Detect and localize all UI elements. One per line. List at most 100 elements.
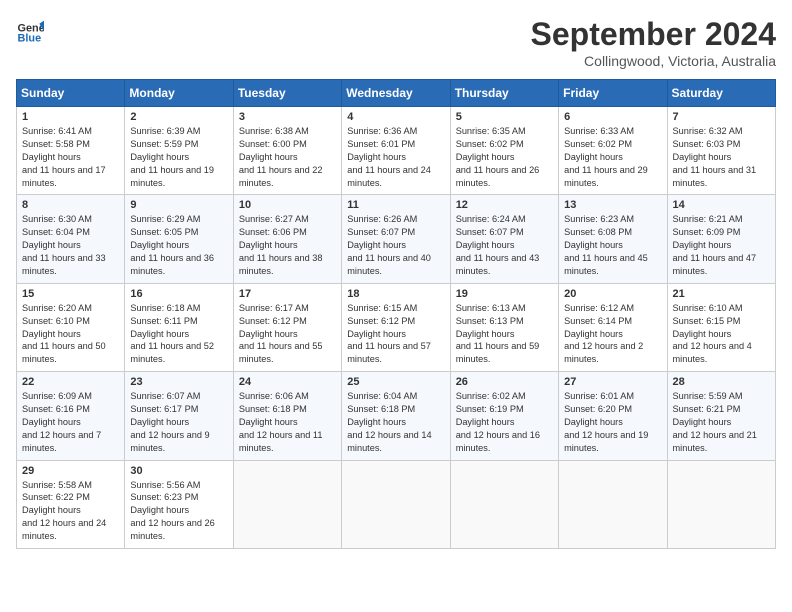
day-number: 21 <box>673 288 770 300</box>
day-number: 14 <box>673 199 770 211</box>
day-number: 3 <box>239 111 336 123</box>
calendar-cell: 3 Sunrise: 6:38 AMSunset: 6:00 PMDaylight… <box>233 107 341 195</box>
day-number: 25 <box>347 376 444 388</box>
sunrise-info: Sunrise: 6:20 AMSunset: 6:10 PMDaylight … <box>22 303 106 365</box>
day-number: 18 <box>347 288 444 300</box>
calendar-cell: 14 Sunrise: 6:21 AMSunset: 6:09 PMDayligh… <box>667 195 775 283</box>
logo-icon: General Blue <box>16 16 44 44</box>
calendar-cell: 7 Sunrise: 6:32 AMSunset: 6:03 PMDaylight… <box>667 107 775 195</box>
calendar-cell: 29Sunrise: 5:58 AMSunset: 6:22 PMDayligh… <box>17 460 125 548</box>
calendar-week-3: 15 Sunrise: 6:20 AMSunset: 6:10 PMDayligh… <box>17 283 776 371</box>
sunrise-info: Sunrise: 5:59 AMSunset: 6:21 PMDaylight … <box>673 391 757 453</box>
day-number: 6 <box>564 111 661 123</box>
sunrise-info: Sunrise: 6:07 AMSunset: 6:17 PMDaylight … <box>130 391 209 453</box>
sunrise-info: Sunrise: 6:33 AMSunset: 6:02 PMDaylight … <box>564 126 648 188</box>
column-header-sunday: Sunday <box>17 80 125 107</box>
sunrise-info: Sunrise: 6:13 AMSunset: 6:13 PMDaylight … <box>456 303 540 365</box>
day-number: 2 <box>130 111 227 123</box>
sunrise-info: Sunrise: 6:32 AMSunset: 6:03 PMDaylight … <box>673 126 757 188</box>
calendar-cell: 24 Sunrise: 6:06 AMSunset: 6:18 PMDayligh… <box>233 372 341 460</box>
day-number: 12 <box>456 199 553 211</box>
location-subtitle: Collingwood, Victoria, Australia <box>531 53 776 69</box>
day-number: 7 <box>673 111 770 123</box>
calendar-cell: 13Sunrise: 6:23 AMSunset: 6:08 PMDayligh… <box>559 195 667 283</box>
sunrise-info: Sunrise: 6:41 AMSunset: 5:58 PMDaylight … <box>22 126 106 188</box>
day-number: 22 <box>22 376 119 388</box>
calendar-cell: 30 Sunrise: 5:56 AMSunset: 6:23 PMDayligh… <box>125 460 233 548</box>
sunrise-info: Sunrise: 6:38 AMSunset: 6:00 PMDaylight … <box>239 126 323 188</box>
sunrise-info: Sunrise: 6:09 AMSunset: 6:16 PMDaylight … <box>22 391 101 453</box>
sunrise-info: Sunrise: 6:23 AMSunset: 6:08 PMDaylight … <box>564 214 648 276</box>
day-number: 28 <box>673 376 770 388</box>
sunrise-info: Sunrise: 6:21 AMSunset: 6:09 PMDaylight … <box>673 214 757 276</box>
day-number: 29 <box>22 465 119 477</box>
calendar-cell: 26 Sunrise: 6:02 AMSunset: 6:19 PMDayligh… <box>450 372 558 460</box>
logo: General Blue <box>16 16 44 44</box>
column-header-wednesday: Wednesday <box>342 80 450 107</box>
calendar-week-1: 1 Sunrise: 6:41 AMSunset: 5:58 PMDaylight… <box>17 107 776 195</box>
day-number: 8 <box>22 199 119 211</box>
day-number: 26 <box>456 376 553 388</box>
column-header-saturday: Saturday <box>667 80 775 107</box>
sunrise-info: Sunrise: 6:01 AMSunset: 6:20 PMDaylight … <box>564 391 648 453</box>
sunrise-info: Sunrise: 6:18 AMSunset: 6:11 PMDaylight … <box>130 303 214 365</box>
day-number: 15 <box>22 288 119 300</box>
calendar-cell: 20Sunrise: 6:12 AMSunset: 6:14 PMDayligh… <box>559 283 667 371</box>
sunrise-info: Sunrise: 5:56 AMSunset: 6:23 PMDaylight … <box>130 480 214 542</box>
calendar-cell: 1 Sunrise: 6:41 AMSunset: 5:58 PMDaylight… <box>17 107 125 195</box>
calendar-cell: 12Sunrise: 6:24 AMSunset: 6:07 PMDayligh… <box>450 195 558 283</box>
calendar-week-2: 8Sunrise: 6:30 AMSunset: 6:04 PMDaylight… <box>17 195 776 283</box>
calendar-cell: 22 Sunrise: 6:09 AMSunset: 6:16 PMDayligh… <box>17 372 125 460</box>
day-number: 24 <box>239 376 336 388</box>
calendar-cell: 18 Sunrise: 6:15 AMSunset: 6:12 PMDayligh… <box>342 283 450 371</box>
day-number: 4 <box>347 111 444 123</box>
calendar-cell: 21 Sunrise: 6:10 AMSunset: 6:15 PMDayligh… <box>667 283 775 371</box>
column-header-monday: Monday <box>125 80 233 107</box>
day-number: 1 <box>22 111 119 123</box>
calendar-cell <box>233 460 341 548</box>
day-number: 20 <box>564 288 661 300</box>
sunrise-info: Sunrise: 6:29 AMSunset: 6:05 PMDaylight … <box>130 214 214 276</box>
title-block: September 2024 Collingwood, Victoria, Au… <box>531 16 776 69</box>
calendar-cell: 25 Sunrise: 6:04 AMSunset: 6:18 PMDayligh… <box>342 372 450 460</box>
calendar-week-4: 22 Sunrise: 6:09 AMSunset: 6:16 PMDayligh… <box>17 372 776 460</box>
sunrise-info: Sunrise: 6:06 AMSunset: 6:18 PMDaylight … <box>239 391 323 453</box>
sunrise-info: Sunrise: 6:15 AMSunset: 6:12 PMDaylight … <box>347 303 431 365</box>
calendar-cell: 6 Sunrise: 6:33 AMSunset: 6:02 PMDaylight… <box>559 107 667 195</box>
calendar-cell: 19 Sunrise: 6:13 AMSunset: 6:13 PMDayligh… <box>450 283 558 371</box>
day-number: 16 <box>130 288 227 300</box>
sunrise-info: Sunrise: 6:17 AMSunset: 6:12 PMDaylight … <box>239 303 323 365</box>
column-header-tuesday: Tuesday <box>233 80 341 107</box>
calendar-table: SundayMondayTuesdayWednesdayThursdayFrid… <box>16 79 776 549</box>
calendar-cell: 9 Sunrise: 6:29 AMSunset: 6:05 PMDaylight… <box>125 195 233 283</box>
calendar-cell: 23Sunrise: 6:07 AMSunset: 6:17 PMDayligh… <box>125 372 233 460</box>
column-header-thursday: Thursday <box>450 80 558 107</box>
page-header: General Blue September 2024 Collingwood,… <box>16 16 776 69</box>
sunrise-info: Sunrise: 6:39 AMSunset: 5:59 PMDaylight … <box>130 126 214 188</box>
day-number: 10 <box>239 199 336 211</box>
calendar-cell: 10 Sunrise: 6:27 AMSunset: 6:06 PMDayligh… <box>233 195 341 283</box>
day-number: 9 <box>130 199 227 211</box>
calendar-week-5: 29Sunrise: 5:58 AMSunset: 6:22 PMDayligh… <box>17 460 776 548</box>
day-number: 17 <box>239 288 336 300</box>
sunrise-info: Sunrise: 6:27 AMSunset: 6:06 PMDaylight … <box>239 214 323 276</box>
calendar-cell <box>667 460 775 548</box>
day-number: 11 <box>347 199 444 211</box>
calendar-cell: 8Sunrise: 6:30 AMSunset: 6:04 PMDaylight… <box>17 195 125 283</box>
sunrise-info: Sunrise: 6:26 AMSunset: 6:07 PMDaylight … <box>347 214 431 276</box>
sunrise-info: Sunrise: 6:02 AMSunset: 6:19 PMDaylight … <box>456 391 540 453</box>
calendar-cell: 15 Sunrise: 6:20 AMSunset: 6:10 PMDayligh… <box>17 283 125 371</box>
calendar-cell <box>342 460 450 548</box>
calendar-cell: 11 Sunrise: 6:26 AMSunset: 6:07 PMDayligh… <box>342 195 450 283</box>
day-number: 5 <box>456 111 553 123</box>
calendar-cell: 28 Sunrise: 5:59 AMSunset: 6:21 PMDayligh… <box>667 372 775 460</box>
calendar-cell <box>559 460 667 548</box>
sunrise-info: Sunrise: 6:10 AMSunset: 6:15 PMDaylight … <box>673 303 752 365</box>
svg-text:Blue: Blue <box>18 33 42 44</box>
calendar-cell: 5Sunrise: 6:35 AMSunset: 6:02 PMDaylight… <box>450 107 558 195</box>
day-number: 27 <box>564 376 661 388</box>
day-number: 30 <box>130 465 227 477</box>
calendar-cell <box>450 460 558 548</box>
day-number: 19 <box>456 288 553 300</box>
sunrise-info: Sunrise: 6:04 AMSunset: 6:18 PMDaylight … <box>347 391 431 453</box>
